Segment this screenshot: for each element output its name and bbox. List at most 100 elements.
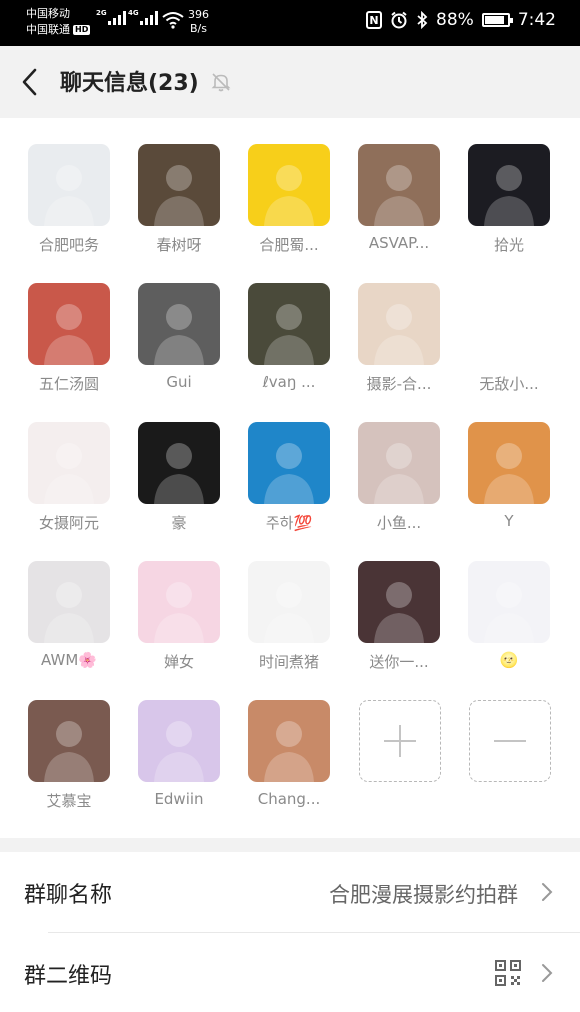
member-name: 拾光 <box>493 236 524 254</box>
carrier-info: 中国移动 中国联通 HD <box>26 6 91 38</box>
battery-icon <box>481 13 513 27</box>
member-tile[interactable]: 女摄阿元 <box>14 422 124 533</box>
member-name: 合肥蜀... <box>259 236 319 254</box>
member-tile[interactable]: 拾光 <box>454 144 564 255</box>
signal-1-gen: 2G <box>96 9 107 17</box>
member-avatar[interactable] <box>248 283 330 365</box>
member-tile[interactable]: Chang... <box>234 700 344 808</box>
member-avatar[interactable] <box>28 561 110 643</box>
hd-badge: HD <box>73 25 91 35</box>
member-tile[interactable]: 春树呀 <box>124 144 234 255</box>
member-name: 女摄阿元 <box>38 514 99 532</box>
member-name: 豪 <box>171 514 187 532</box>
qr-code-icon <box>495 960 521 986</box>
member-name: 春树呀 <box>156 236 202 254</box>
member-tile[interactable]: Edwiin <box>124 700 234 808</box>
member-tile[interactable]: 豪 <box>124 422 234 533</box>
bell-off-icon <box>211 73 231 92</box>
signal-2-gen: 4G <box>128 9 139 17</box>
member-name: 送你一... <box>369 653 429 671</box>
member-tile[interactable]: 주하💯 <box>234 422 344 533</box>
member-grid: 合肥吧务 春树呀 合肥蜀... ASVAP... 拾光五仁汤圆 Gui ℓvaŋ ... 摄影… <box>0 118 580 838</box>
member-tile[interactable]: Y <box>454 422 564 530</box>
member-avatar[interactable] <box>358 283 440 365</box>
member-avatar[interactable] <box>28 144 110 226</box>
group-name-label: 群聊名称 <box>24 883 113 908</box>
chevron-left-icon[interactable] <box>16 66 44 98</box>
member-tile[interactable]: ℓvaŋ ... <box>234 283 344 391</box>
member-tile[interactable]: 摄影-合... <box>344 283 454 394</box>
member-name: 🌝 <box>499 651 519 669</box>
member-avatar[interactable] <box>138 144 220 226</box>
member-name: 无敌小... <box>479 375 539 393</box>
member-name: 小鱼... <box>376 514 422 532</box>
speed-unit: B/s <box>190 22 207 35</box>
member-tile[interactable]: AWM🌸 <box>14 561 124 669</box>
page-title: 聊天信息(23) <box>60 71 199 96</box>
member-avatar[interactable] <box>138 283 220 365</box>
member-avatar[interactable] <box>468 144 550 226</box>
member-avatar[interactable] <box>358 422 440 504</box>
member-tile[interactable]: 五仁汤圆 <box>14 283 124 394</box>
settings-list: 群聊名称 合肥漫展摄影约拍群 群二维码 <box>0 852 580 1012</box>
wifi-icon <box>162 12 184 29</box>
member-avatar[interactable] <box>468 422 550 504</box>
member-avatar[interactable] <box>28 700 110 782</box>
member-avatar[interactable] <box>468 283 550 365</box>
member-avatar[interactable] <box>248 561 330 643</box>
network-speed: 396 B/s <box>188 8 209 36</box>
member-tile[interactable]: 艾慕宝 <box>14 700 124 811</box>
member-name: 五仁汤圆 <box>38 375 99 393</box>
member-name: 时间煮猪 <box>258 653 319 671</box>
member-tile[interactable]: 合肥吧务 <box>14 144 124 255</box>
signal-2-icon: 4G <box>128 9 158 25</box>
member-name: 摄影-合... <box>366 375 432 393</box>
member-name: ASVAP... <box>368 234 430 252</box>
qr-code-label: 群二维码 <box>24 964 113 989</box>
member-avatar[interactable] <box>28 283 110 365</box>
header-bar: 聊天信息(23) <box>0 46 580 118</box>
bluetooth-icon <box>417 11 428 29</box>
member-avatar[interactable] <box>28 422 110 504</box>
member-tile[interactable]: ASVAP... <box>344 144 454 252</box>
member-tile[interactable]: 婵女 <box>124 561 234 672</box>
member-tile[interactable]: 🌝 <box>454 561 564 669</box>
clock: 7:42 <box>517 10 556 30</box>
member-avatar[interactable] <box>138 422 220 504</box>
member-name: Gui <box>166 373 192 391</box>
member-avatar[interactable] <box>248 144 330 226</box>
member-avatar[interactable] <box>138 700 220 782</box>
alarm-icon <box>391 11 407 29</box>
member-name: 合肥吧务 <box>38 236 99 254</box>
member-avatar[interactable] <box>248 422 330 504</box>
chevron-right-icon <box>542 883 553 901</box>
carrier-2: 中国联通 <box>26 23 70 36</box>
member-avatar[interactable] <box>138 561 220 643</box>
member-tile[interactable]: Gui <box>124 283 234 391</box>
member-tile[interactable]: 无敌小... <box>454 283 564 394</box>
member-avatar[interactable] <box>468 561 550 643</box>
plus-icon <box>384 725 416 757</box>
speed-value: 396 <box>188 8 209 21</box>
group-name-row[interactable]: 群聊名称 合肥漫展摄影约拍群 <box>24 852 580 933</box>
carrier-1: 中国移动 <box>26 7 70 20</box>
battery-percent: 88% <box>436 10 474 30</box>
chevron-right-icon <box>542 964 553 982</box>
member-name: AWM🌸 <box>41 651 97 669</box>
member-name: Edwiin <box>154 790 204 808</box>
qr-code-row[interactable]: 群二维码 <box>24 933 580 1012</box>
member-avatar[interactable] <box>358 561 440 643</box>
member-name: ℓvaŋ ... <box>262 373 316 391</box>
member-tile[interactable]: 小鱼... <box>344 422 454 533</box>
member-avatar[interactable] <box>248 700 330 782</box>
member-avatar[interactable] <box>358 144 440 226</box>
member-tile[interactable]: 送你一... <box>344 561 454 672</box>
member-name: 주하💯 <box>265 514 313 532</box>
status-bar: 中国移动 中国联通 HD 2G 4G 396 B/s N 88% 7:42 <box>0 0 580 46</box>
member-tile[interactable]: 时间煮猪 <box>234 561 344 672</box>
add-member-button[interactable] <box>345 700 455 782</box>
member-tile[interactable]: 合肥蜀... <box>234 144 344 255</box>
member-name: Chang... <box>257 790 321 808</box>
group-name-value: 合肥漫展摄影约拍群 <box>329 883 518 907</box>
remove-member-button[interactable] <box>455 700 565 782</box>
